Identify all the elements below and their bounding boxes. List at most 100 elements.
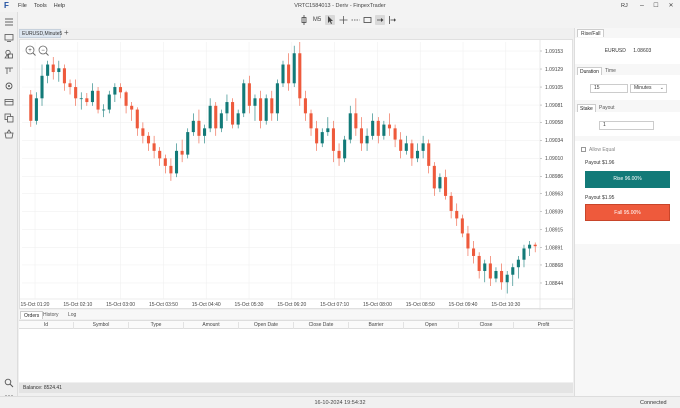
candle-up [90, 83, 94, 106]
col-type[interactable]: Type [129, 322, 184, 329]
candle-down [163, 154, 167, 174]
indicators-icon[interactable] [4, 65, 14, 75]
candle-up [40, 64, 44, 106]
amount-input[interactable]: 1 [599, 121, 654, 130]
candle-body [421, 143, 425, 151]
candle-body [152, 143, 156, 151]
y-tick-label: 1.09081 [545, 103, 563, 109]
user-initials[interactable]: RJ [621, 3, 628, 9]
pointer-icon[interactable] [325, 15, 335, 25]
candle-body [376, 120, 380, 136]
col-close[interactable]: Close [459, 322, 514, 329]
search-icon[interactable] [4, 378, 14, 388]
col-profit[interactable]: Profit [514, 322, 573, 329]
candle-up [253, 94, 257, 121]
col-amount[interactable]: Amount [184, 322, 239, 329]
candle-down [337, 143, 341, 166]
x-tick-label: 15-Oct 02:10 [63, 302, 92, 308]
col-id[interactable]: Id [19, 322, 74, 329]
menu-tools[interactable]: Tools [34, 3, 47, 9]
zoom-out-button[interactable]: − [38, 45, 49, 56]
candle-down [259, 90, 263, 129]
close-button[interactable]: ✕ [665, 1, 677, 11]
copy-icon[interactable] [4, 113, 14, 123]
allow-equal-checkbox[interactable] [581, 147, 586, 152]
crosshair-icon[interactable] [338, 15, 348, 25]
candle-down [354, 98, 358, 136]
candle-body [449, 195, 453, 211]
candle-body [208, 105, 212, 129]
menu-file[interactable]: File [18, 3, 27, 9]
candle-up [348, 105, 352, 144]
window-title: VRTC1584013 - Deriv - FinpexTrader [294, 3, 386, 9]
y-tick-label: 1.08986 [545, 174, 563, 180]
col-barrier[interactable]: Barrier [349, 322, 404, 329]
rectangle-icon[interactable] [362, 15, 372, 25]
candle-body [214, 105, 218, 129]
candle-body [225, 102, 229, 114]
candle-type-icon[interactable] [299, 15, 309, 25]
basket-icon[interactable] [4, 129, 14, 139]
chart-shift-icon[interactable] [387, 15, 397, 25]
maximize-button[interactable]: ☐ [650, 1, 662, 11]
tab-time[interactable]: Time [603, 67, 618, 75]
x-tick-label: 15-Oct 03:50 [149, 302, 178, 308]
wallet-icon[interactable] [4, 97, 14, 107]
orders-tab-strip: Orders History Log [19, 310, 573, 319]
candle-up [236, 109, 240, 129]
tab-history[interactable]: History [40, 311, 62, 319]
chart-toolbar: M5 [0, 12, 680, 28]
candle-body [242, 83, 246, 114]
candle-up [528, 240, 532, 256]
tab-log[interactable]: Log [65, 311, 79, 319]
zoom-out-label: − [41, 48, 45, 54]
auto-scroll-icon[interactable] [375, 15, 385, 25]
zoom-in-button[interactable]: + [25, 45, 36, 56]
title-bar: F File Tools Help VRTC1584013 - Deriv - … [0, 0, 680, 12]
candlestick-chart[interactable]: 1.09153 1.09129 1.09105 1.09081 1.09058 1.090… [20, 40, 574, 310]
col-symbol[interactable]: Symbol [74, 322, 129, 329]
candle-body [130, 105, 134, 110]
candle-down [399, 132, 403, 159]
rise-button[interactable]: Rise 96.00% [585, 171, 670, 188]
candle-up [57, 60, 61, 82]
candle-body [533, 244, 537, 247]
candle-down [427, 139, 431, 174]
candle-down [96, 87, 100, 114]
menu-help[interactable]: Help [54, 3, 65, 9]
add-chart-tab-button[interactable]: + [64, 28, 69, 37]
settings-gear-icon[interactable] [4, 81, 14, 91]
fall-button[interactable]: Fall 95.00% [585, 204, 670, 221]
candle-body [348, 113, 352, 140]
timeframe-selector[interactable]: M5 [311, 15, 323, 25]
candle-body [298, 53, 302, 99]
y-tick-label: 1.09129 [545, 67, 563, 73]
candle-body [287, 64, 291, 84]
candle-up [102, 104, 106, 118]
candle-body [432, 165, 436, 189]
tab-rise-fall[interactable]: Rise/Fall [577, 29, 605, 37]
chart-tab[interactable]: EURUSD,Minute5 [19, 29, 62, 38]
duration-input[interactable]: 15 [590, 84, 628, 93]
candle-down [393, 124, 397, 148]
balance-label: Balance: 8524.41 [19, 383, 573, 393]
candle-body [483, 263, 487, 271]
duration-unit-select[interactable]: Minutes ⌄ [630, 84, 667, 93]
connection-status: Connected [640, 400, 667, 406]
tab-payout[interactable]: Payout [597, 104, 617, 112]
col-open[interactable]: Open [404, 322, 459, 329]
minimize-button[interactable]: – [636, 1, 648, 11]
candle-down [387, 113, 392, 136]
candle-down [488, 255, 492, 286]
candle-up [415, 143, 420, 163]
chart-panel[interactable]: 1.09153 1.09129 1.09105 1.09081 1.09058 1.090… [19, 39, 574, 310]
monitor-icon[interactable] [4, 33, 14, 43]
hamburger-menu-icon[interactable] [4, 17, 14, 27]
candle-down [298, 42, 302, 106]
shapes-icon[interactable] [4, 49, 14, 59]
candle-body [382, 124, 386, 136]
col-close-date[interactable]: Close Date [294, 322, 349, 329]
candle-down [158, 147, 162, 166]
horizontal-line-icon[interactable] [350, 15, 360, 25]
col-open-date[interactable]: Open Date [239, 322, 294, 329]
